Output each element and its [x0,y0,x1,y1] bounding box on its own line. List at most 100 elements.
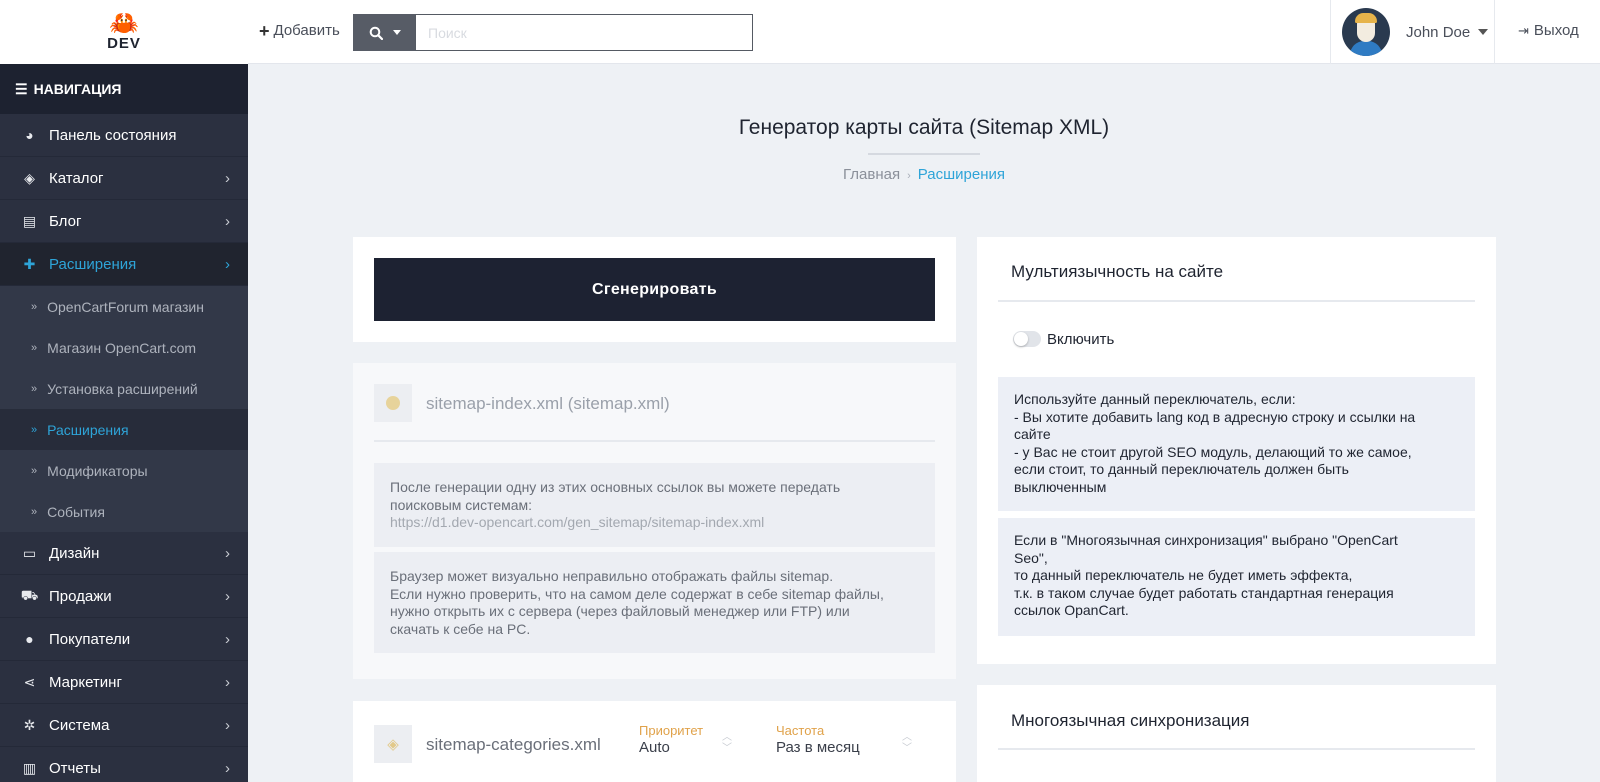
submenu-item-opencartforum[interactable]: » OpenCartForum магазин [0,286,248,327]
user-menu[interactable]: John Doe [1330,0,1495,64]
tags-icon: ◈ [24,169,35,186]
crab-logo-icon: 🦀 [109,10,139,37]
dashboard-icon: ◕ [25,127,34,143]
double-chevron-icon: » [31,423,38,436]
sitemap-categories-card: ◈ sitemap-categories.xml Приоритет Auto … [353,701,956,782]
toggle-label: Включить [1047,331,1115,348]
sidebar-item-catalog[interactable]: ◈ Каталог › [0,157,248,200]
caret-down-icon [392,30,401,35]
extensions-submenu: » OpenCartForum магазин » Магазин OpenCa… [0,286,248,532]
chevron-right-icon: › [225,169,230,187]
submenu-item-events[interactable]: » События [0,491,248,532]
breadcrumb-home[interactable]: Главная [843,166,900,183]
sidebar-item-sales[interactable]: ⛟ Продажи › [0,575,248,618]
breadcrumb: Главная › Расширения [248,166,1600,183]
multilang-card: Мультиязычность на сайте Включить Исполь… [977,237,1496,664]
submenu-item-installer[interactable]: » Установка расширений [0,368,248,409]
sidebar-item-marketing[interactable]: ⋖ Маркетинг › [0,661,248,704]
breadcrumb-current[interactable]: Расширения [918,166,1005,183]
frequency-select[interactable]: Раз в месяц [776,739,860,756]
submenu-item-label: OpenCartForum магазин [47,298,204,315]
sidebar-item-label: Система [49,716,110,734]
plus-icon: + [259,20,270,41]
generate-button[interactable]: Сгенерировать [374,258,935,321]
multilang-toggle[interactable] [1013,331,1041,347]
add-label: Добавить [273,22,340,39]
sidebar: ☰ НАВИГАЦИЯ ◕ Панель состояния ◈ Каталог… [0,64,248,782]
share-icon: ⋖ [23,673,36,690]
sidebar-item-label: Маркетинг [49,673,122,691]
submit-note: После генерации одну из этих основных сс… [374,463,935,547]
cart-icon: ⛟ [20,586,39,603]
multilang-sync-info: Если в "Многоязычная синхронизация" выбр… [998,518,1475,636]
chevron-right-icon: › [225,630,230,648]
submenu-item-opencart-store[interactable]: » Магазин OpenCart.com [0,327,248,368]
sitemap-index-card: sitemap-index.xml (sitemap.xml) После ге… [353,363,956,679]
sidebar-item-label: Покупатели [49,630,131,648]
multilang-sync-card: Многоязычная синхронизация [977,685,1496,782]
sidebar-item-reports[interactable]: ▥ Отчеты › [0,747,248,782]
chevron-right-icon: › [225,587,230,605]
sidebar-item-label: Панель состояния [49,126,177,144]
logo-text: DEV [107,35,141,52]
logout-label: Выход [1533,22,1579,39]
sidebar-item-label: Блог [49,212,82,230]
caret-down-icon [1478,29,1489,35]
submenu-item-label: Магазин OpenCart.com [47,339,197,356]
chevron-right-icon: › [225,716,230,734]
divider [998,748,1475,750]
generate-card: Сгенерировать [353,237,956,342]
search-type-button[interactable] [353,14,416,51]
top-header: 🦀 DEV + Добавить John Doe ⇥ Выход [0,0,1600,64]
chevron-right-icon: › [225,673,230,691]
sidebar-item-design[interactable]: ▭ Дизайн › [0,532,248,575]
chevron-right-icon: › [225,212,230,230]
logout-link[interactable]: ⇥ Выход [1518,22,1579,39]
frequency-label: Частота [776,723,825,738]
nav-toggle[interactable]: ☰ НАВИГАЦИЯ [0,64,248,114]
tags-icon: ◈ [374,725,412,763]
sidebar-item-system[interactable]: ✲ Система › [0,704,248,747]
chevron-right-icon: › [225,544,230,562]
breadcrumb-separator-icon: › [907,170,911,182]
browser-note: Браузер может визуально неправильно отоб… [374,552,935,653]
sidebar-item-label: Отчеты [49,759,101,777]
submenu-item-modifications[interactable]: » Модификаторы [0,450,248,491]
add-button[interactable]: + Добавить [259,20,340,41]
divider [374,440,935,442]
sidebar-item-label: Продажи [49,587,112,605]
sidebar-item-label: Дизайн [49,544,100,562]
sidebar-item-label: Расширения [49,255,137,273]
double-chevron-icon: » [31,505,38,518]
sitemap-index-title: sitemap-index.xml (sitemap.xml) [426,394,670,413]
submenu-item-extensions[interactable]: » Расширения [0,409,248,450]
sidebar-item-label: Каталог [49,169,104,187]
double-chevron-icon: » [31,300,38,313]
bar-chart-icon: ▥ [22,759,37,776]
monitor-icon: ▭ [22,544,37,561]
sidebar-item-dashboard[interactable]: ◕ Панель состояния [0,114,248,157]
search-input[interactable] [415,14,753,51]
multilang-title: Мультиязычность на сайте [1011,262,1224,281]
sitemap-index-link[interactable]: https://d1.dev-opencart.com/gen_sitemap/… [390,514,764,530]
select-arrows-icon: ︿ ﹀ [902,732,912,754]
sitemap-categories-title: sitemap-categories.xml [426,735,601,754]
sidebar-item-customers[interactable]: ● Покупатели › [0,618,248,661]
submenu-item-label: Установка расширений [47,380,198,397]
chevron-right-icon: › [225,759,230,777]
chevron-right-icon: › [225,255,230,273]
status-icon [374,384,412,422]
submenu-item-label: Расширения [47,421,129,438]
double-chevron-icon: » [31,341,38,354]
priority-label: Приоритет [639,723,704,738]
menu-icon: ☰ [15,80,28,97]
nav-title: НАВИГАЦИЯ [33,81,122,97]
user-icon: ● [25,631,34,647]
sidebar-item-blog[interactable]: ▤ Блог › [0,200,248,243]
logo[interactable]: 🦀 DEV [0,0,248,64]
submenu-item-label: События [47,503,105,520]
page-title: Генератор карты сайта (Sitemap XML) [738,116,1110,139]
sidebar-item-extensions[interactable]: ✚ Расширения › [0,243,248,286]
priority-select[interactable]: Auto [639,739,670,756]
submenu-item-label: Модификаторы [47,462,148,479]
